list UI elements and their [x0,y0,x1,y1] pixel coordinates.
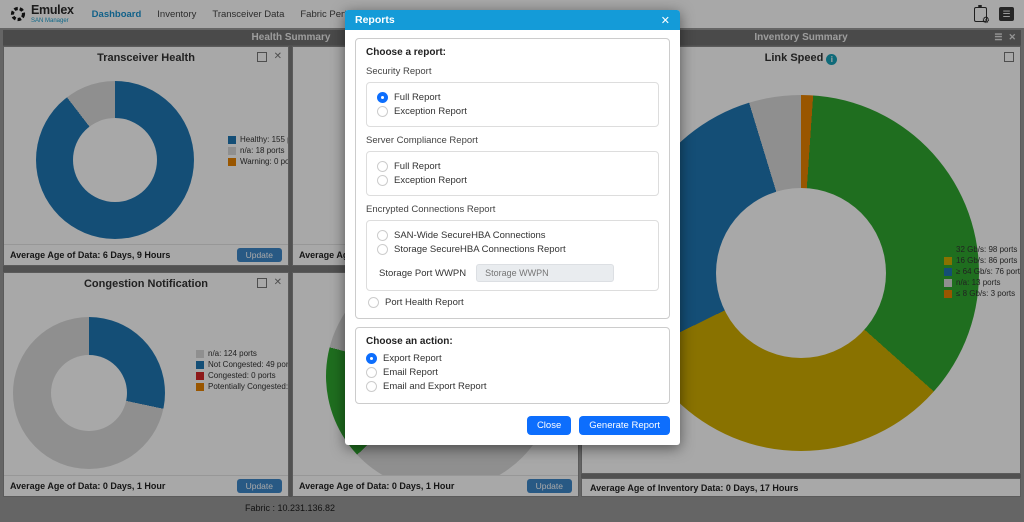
radio-full-report[interactable]: Full Report [377,161,648,172]
encrypted-connections-options: SAN-Wide SecureHBA Connections Storage S… [366,220,659,291]
reports-modal: Reports ✕ Choose a report: Security Repo… [345,10,680,445]
radio-icon[interactable] [377,244,388,255]
radio-icon[interactable] [377,175,388,186]
radio-label: Exception Report [394,175,467,186]
modal-body: Choose a report: Security Report Full Re… [345,30,680,404]
storage-port-wwpn-row: Storage Port WWPN [379,264,648,282]
radio-full-report[interactable]: Full Report [377,92,648,103]
radio-label: SAN-Wide SecureHBA Connections [394,230,546,241]
radio-label: Export Report [383,353,442,364]
server-compliance-options: Full Report Exception Report [366,151,659,196]
choose-action-heading: Choose an action: [366,336,659,347]
encrypted-connections-label: Encrypted Connections Report [366,204,659,215]
radio-san-wide-securehba[interactable]: SAN-Wide SecureHBA Connections [377,230,648,241]
radio-icon[interactable] [366,353,377,364]
radio-icon[interactable] [377,92,388,103]
security-report-label: Security Report [366,66,659,77]
radio-label: Port Health Report [385,297,464,308]
storage-port-wwpn-label: Storage Port WWPN [379,268,466,279]
modal-header: Reports ✕ [345,10,680,30]
radio-icon[interactable] [377,106,388,117]
radio-label: Storage SecureHBA Connections Report [394,244,566,255]
close-icon[interactable]: ✕ [661,14,670,27]
choose-action-box: Choose an action: Export Report Email Re… [355,327,670,404]
radio-icon[interactable] [366,367,377,378]
choose-report-heading: Choose a report: [366,47,659,58]
modal-actions: Close Generate Report [345,412,680,445]
modal-title: Reports [355,14,395,26]
radio-export-report[interactable]: Export Report [366,353,659,364]
radio-label: Full Report [394,161,440,172]
close-button[interactable]: Close [527,416,571,435]
app-screen: Emulex SAN Manager Dashboard Inventory T… [0,0,1024,522]
storage-wwpn-input[interactable] [476,264,614,282]
radio-port-health-report[interactable]: Port Health Report [368,297,659,308]
radio-label: Email and Export Report [383,381,487,392]
radio-label: Full Report [394,92,440,103]
radio-label: Email Report [383,367,438,378]
security-report-options: Full Report Exception Report [366,82,659,127]
radio-email-and-export-report[interactable]: Email and Export Report [366,381,659,392]
choose-report-box: Choose a report: Security Report Full Re… [355,38,670,319]
radio-exception-report[interactable]: Exception Report [377,106,648,117]
generate-report-button[interactable]: Generate Report [579,416,670,435]
server-compliance-label: Server Compliance Report [366,135,659,146]
radio-icon[interactable] [377,230,388,241]
radio-icon[interactable] [366,381,377,392]
radio-exception-report[interactable]: Exception Report [377,175,648,186]
radio-email-report[interactable]: Email Report [366,367,659,378]
radio-icon[interactable] [377,161,388,172]
radio-icon[interactable] [368,297,379,308]
radio-label: Exception Report [394,106,467,117]
radio-storage-securehba[interactable]: Storage SecureHBA Connections Report [377,244,648,255]
